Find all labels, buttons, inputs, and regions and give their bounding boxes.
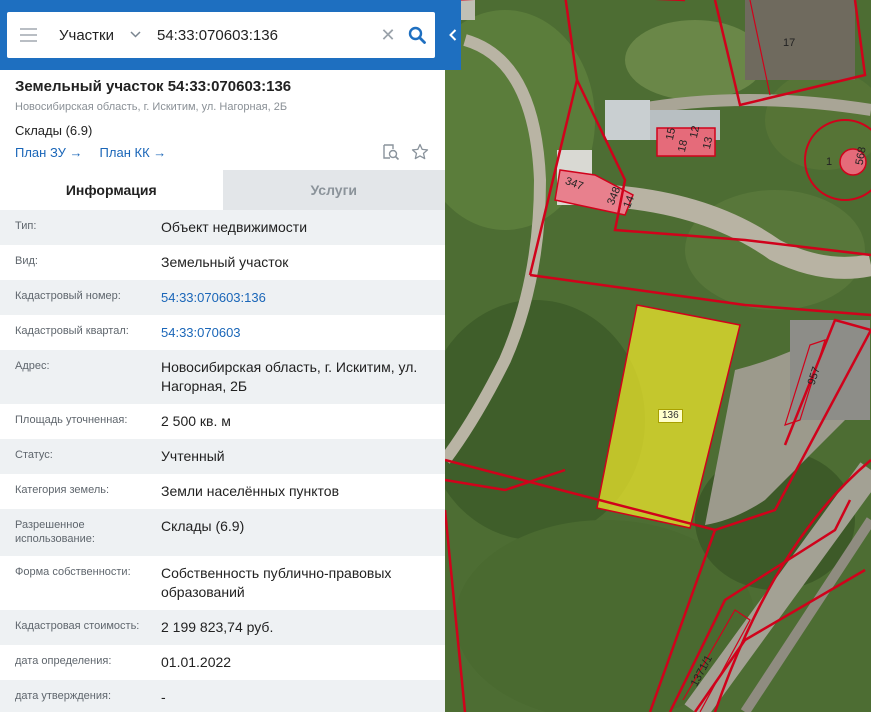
info-panel: Земельный участок 54:33:070603:136 Новос… (0, 0, 445, 712)
property-row: Вид: Земельный участок (0, 245, 445, 280)
property-label: Кадастровый квартал: (15, 325, 129, 337)
star-icon[interactable] (411, 143, 429, 166)
property-label: Вид: (15, 255, 38, 267)
property-label: Статус: (15, 449, 53, 461)
cadastral-map[interactable]: 136 17 568 1 15 18 12 13 347 348 14 957 … (445, 0, 871, 712)
properties-table: Тип: Объект недвижимости Вид: Земельный … (0, 210, 445, 712)
property-value: Объект недвижимости (161, 219, 308, 235)
cadastral-quarter-link[interactable]: 54:33:070603 (161, 315, 445, 350)
property-row: Разрешенное использование: Склады (6.9) (0, 509, 445, 556)
map-label: 13 (700, 135, 716, 151)
top-bar: Участки ✕ (0, 0, 461, 70)
object-header: Земельный участок 54:33:070603:136 Новос… (15, 78, 435, 138)
property-value: Учтенный (161, 448, 225, 464)
property-value: Новосибирская область, г. Искитим, ул. Н… (161, 359, 418, 394)
property-value: Земельный участок (161, 254, 289, 270)
property-value: 01.01.2022 (161, 654, 232, 670)
map-label: 17 (783, 37, 796, 49)
property-row: Форма собственности: Собственность публи… (0, 556, 445, 610)
property-row: дата определения: 01.01.2022 (0, 645, 445, 680)
property-value: Собственность публично-правовых образова… (161, 565, 392, 600)
parcel-number-badge[interactable]: 136 (658, 409, 683, 423)
property-label: Форма собственности: (15, 566, 131, 578)
property-row: Категория земель: Земли населённых пункт… (0, 474, 445, 509)
map-imagery (445, 0, 871, 712)
search-icon[interactable] (399, 12, 435, 58)
property-row: дата утверждения: - (0, 680, 445, 712)
property-row: Тип: Объект недвижимости (0, 210, 445, 245)
search-input[interactable] (153, 26, 377, 44)
object-title: Земельный участок 54:33:070603:136 (15, 78, 292, 95)
property-label: Категория земель: (15, 484, 110, 496)
cadastral-number-link[interactable]: 54:33:070603:136 (161, 280, 445, 315)
chevron-down-icon (130, 29, 141, 41)
map-label: 18 (675, 138, 691, 154)
property-label: Адрес: (15, 360, 50, 372)
clear-icon[interactable]: ✕ (377, 25, 399, 46)
map-label: 15 (663, 126, 679, 142)
object-use: Склады (6.9) (15, 123, 93, 138)
header-actions (382, 143, 429, 166)
tab-info[interactable]: Информация (0, 170, 223, 210)
plan-kk-link[interactable]: План КК → (100, 145, 167, 160)
property-label: Кадастровая стоимость: (15, 620, 140, 632)
property-row: Статус: Учтенный (0, 439, 445, 474)
search-scope-select[interactable]: Участки (49, 27, 153, 44)
property-label: Тип: (15, 220, 37, 232)
plan-zu-link[interactable]: План ЗУ → (15, 145, 83, 160)
property-row: Кадастровый номер: 54:33:070603:136 (0, 280, 445, 315)
tab-bar: Информация Услуги (0, 170, 445, 210)
object-address: Новосибирская область, г. Искитим, ул. Н… (15, 101, 288, 113)
property-value: - (161, 689, 166, 705)
property-label: Площадь уточненная: (15, 414, 128, 426)
property-row: Кадастровый квартал: 54:33:070603 (0, 315, 445, 350)
property-value: Земли населённых пунктов (161, 483, 340, 499)
property-value: 2 199 823,74 руб. (161, 619, 274, 635)
property-value: 2 500 кв. м (161, 413, 231, 429)
map-label: 1 (826, 156, 833, 168)
menu-icon[interactable] (7, 12, 49, 58)
property-label: Разрешенное использование: (15, 519, 95, 545)
document-search-icon[interactable] (382, 143, 400, 166)
tab-services[interactable]: Услуги (222, 170, 445, 210)
property-value: Склады (6.9) (161, 518, 245, 534)
property-row: Кадастровая стоимость: 2 199 823,74 руб. (0, 610, 445, 645)
map-label: 12 (687, 124, 703, 140)
collapse-panel-icon[interactable] (445, 22, 461, 48)
property-label: дата утверждения: (15, 690, 112, 702)
property-row: Площадь уточненная: 2 500 кв. м (0, 404, 445, 439)
plan-links: План ЗУ → План КК → (15, 145, 166, 160)
arrow-right-icon: → (69, 145, 83, 160)
search-scope-value: Участки (59, 26, 114, 44)
property-label: Кадастровый номер: (15, 290, 121, 302)
arrow-right-icon: → (153, 145, 167, 160)
property-label: дата определения: (15, 655, 112, 667)
property-row: Адрес: Новосибирская область, г. Искитим… (0, 350, 445, 404)
search-box: Участки ✕ (7, 12, 435, 58)
